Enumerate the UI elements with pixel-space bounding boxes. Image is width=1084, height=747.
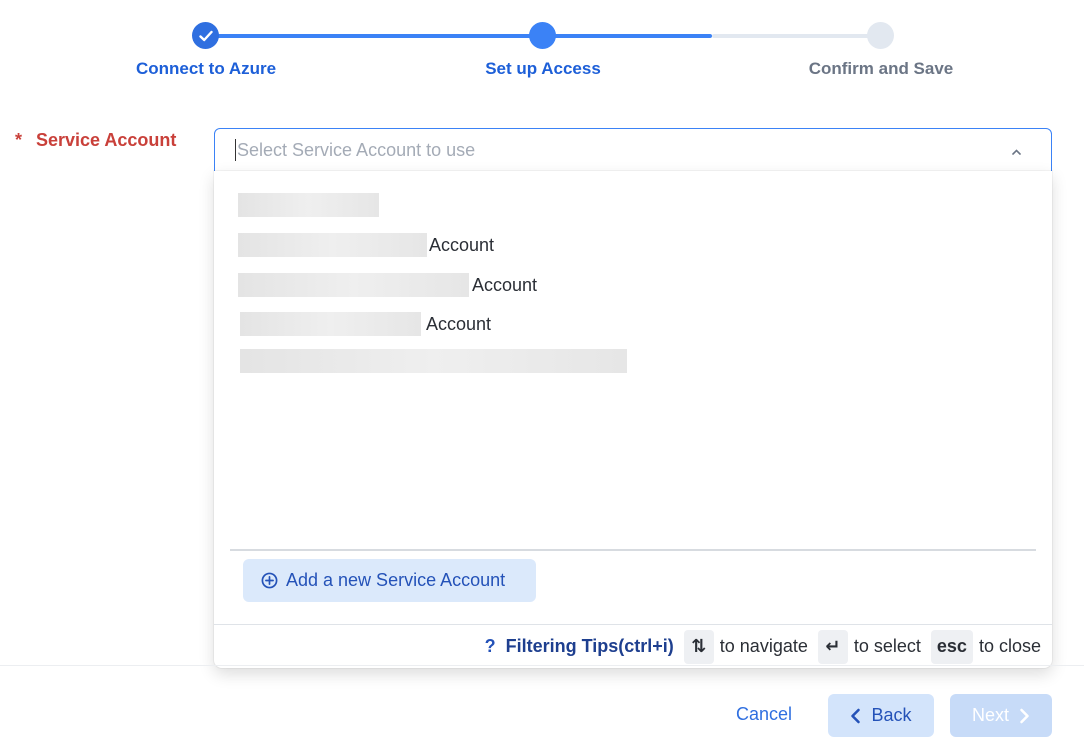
service-account-select[interactable]: Select Service Account to use	[214, 128, 1052, 172]
esc-key: esc	[930, 629, 973, 664]
redacted-text	[240, 312, 421, 336]
stepper-progress-complete	[205, 34, 712, 38]
step-connect-to-azure[interactable]: Connect to Azure	[136, 59, 276, 79]
option-suffix: Account	[429, 234, 495, 255]
checkmark-icon	[198, 30, 213, 41]
back-button[interactable]: Back	[828, 694, 934, 737]
chevron-right-icon	[1020, 708, 1029, 723]
redacted-text	[240, 349, 627, 373]
chevron-up-icon[interactable]	[1012, 146, 1021, 158]
list-item[interactable]: Account	[240, 312, 491, 336]
list-item[interactable]	[238, 193, 379, 217]
step-current-dot	[529, 22, 556, 49]
step-complete-icon[interactable]	[192, 22, 219, 49]
service-account-label: * Service Account	[15, 130, 176, 151]
step-upcoming-dot	[867, 22, 894, 49]
text-cursor	[235, 139, 236, 161]
dropdown-divider	[230, 549, 1036, 551]
step-set-up-access: Set up Access	[485, 59, 601, 78]
dropdown-footer: ? Filtering Tips(ctrl+i) ⇅ to navigate ↵…	[214, 624, 1052, 668]
chevron-left-icon	[851, 708, 861, 723]
add-service-account-label: Add a new Service Account	[286, 570, 506, 590]
plus-circle-icon	[261, 572, 278, 589]
option-suffix: Account	[472, 274, 538, 295]
list-item[interactable]	[240, 349, 627, 373]
service-account-dropdown: Account Account Account Add a new Servic…	[214, 171, 1052, 668]
stepper-progress-remaining	[712, 34, 881, 38]
filtering-tips-link[interactable]: Filtering Tips(ctrl+i)	[506, 636, 674, 657]
service-account-placeholder: Select Service Account to use	[237, 139, 476, 160]
help-icon[interactable]: ?	[485, 636, 496, 657]
list-item[interactable]: Account	[238, 273, 537, 297]
redacted-text	[238, 273, 469, 297]
page-divider	[0, 665, 1084, 666]
close-hint: to close	[978, 636, 1041, 656]
back-label: Back	[871, 705, 912, 725]
wizard-stepper: Connect to Azure Set up Access Confirm a…	[0, 0, 1084, 100]
redacted-text	[238, 193, 379, 217]
navigate-hint: to navigate	[719, 636, 808, 656]
select-hint: to select	[853, 636, 921, 656]
next-button[interactable]: Next	[950, 694, 1052, 737]
list-item[interactable]: Account	[238, 233, 494, 257]
service-account-label-text: Service Account	[36, 130, 177, 150]
navigate-key-icon: ⇅	[683, 629, 714, 664]
next-label: Next	[971, 705, 1009, 725]
required-marker: *	[15, 130, 23, 150]
cancel-button[interactable]: Cancel	[736, 704, 792, 725]
option-suffix: Account	[426, 313, 492, 334]
redacted-text	[238, 233, 427, 257]
enter-key-icon: ↵	[817, 629, 848, 664]
add-service-account-button[interactable]: Add a new Service Account	[243, 559, 536, 602]
step-confirm-and-save: Confirm and Save	[808, 59, 954, 78]
